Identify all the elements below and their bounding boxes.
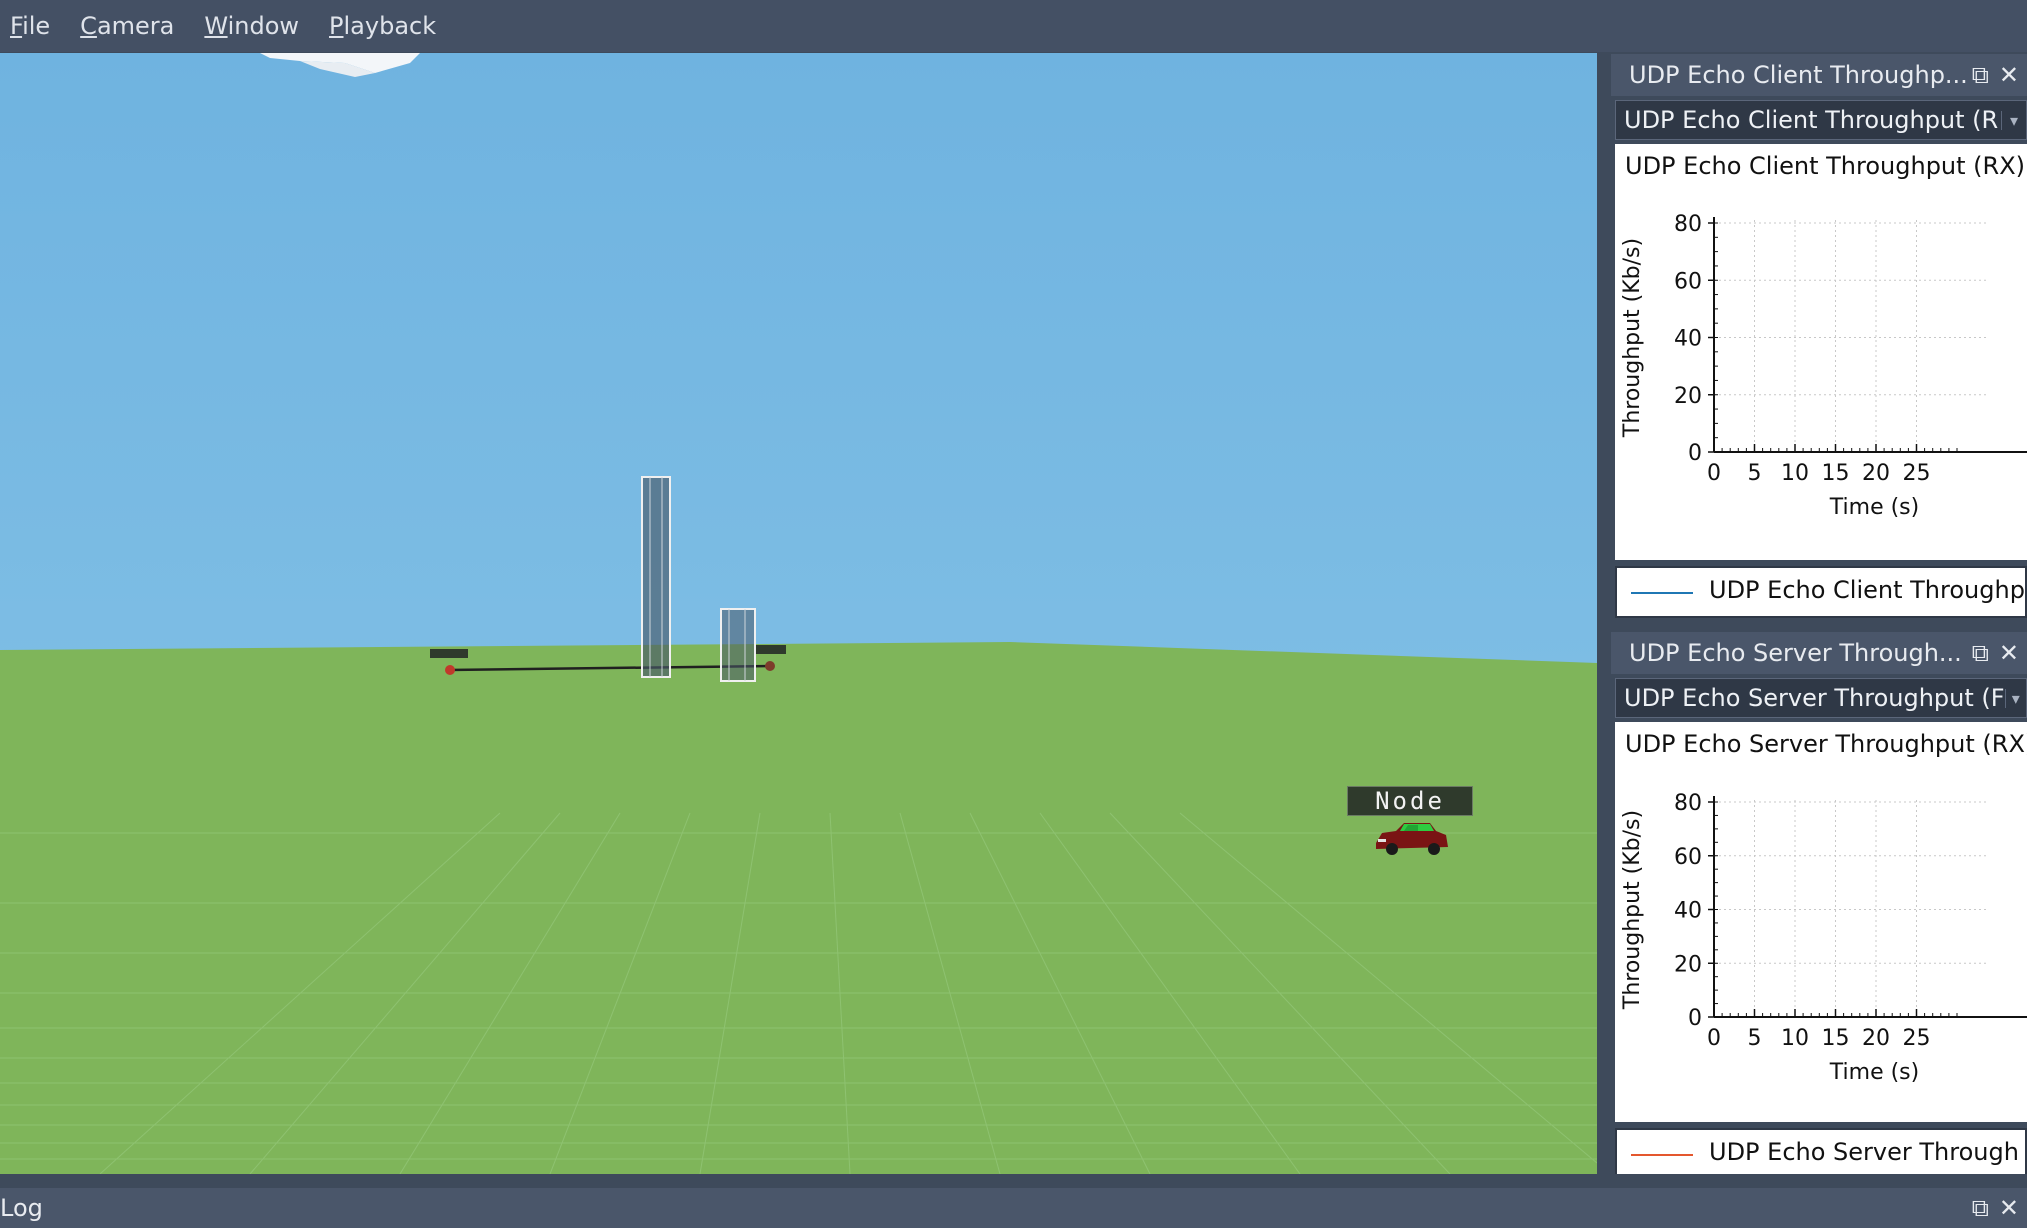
menu-window[interactable]: Window — [204, 12, 299, 40]
menu-camera[interactable]: Camera — [80, 12, 174, 40]
client-plot-area: UDP Echo Client Throughput (RX) 0 20 40 60 80… — [1615, 144, 2027, 560]
y-tick-label: 60 — [1674, 845, 1702, 870]
chart-title: UDP Echo Client Throughput (RX) — [1625, 152, 2025, 180]
x-tick-label: 25 — [1903, 461, 1931, 486]
x-tick-label: 5 — [1748, 1026, 1762, 1051]
log-title: Log — [0, 1194, 43, 1222]
y-tick-label: 0 — [1688, 441, 1702, 466]
dock-splitter-vertical[interactable] — [1597, 53, 1611, 1174]
ground-plane — [0, 642, 1597, 1174]
client-legend-label: UDP Echo Client Throughp — [1709, 576, 2025, 604]
float-icon[interactable]: ⧉ — [1972, 61, 1989, 89]
cloud — [260, 53, 420, 77]
float-icon[interactable]: ⧉ — [1972, 1194, 1989, 1222]
server-series-select-value: UDP Echo Server Throughput (F — [1624, 684, 2005, 712]
x-tick-label: 5 — [1748, 461, 1762, 486]
server-chart: UDP Echo Server Throughput (RX) 0 20 40 60 80… — [1620, 730, 2027, 1085]
server-throughput-panel: UDP Echo Server Through... ⧉ ✕ UDP Echo … — [1611, 632, 2027, 1180]
x-tick-label: 10 — [1781, 1026, 1809, 1051]
y-tick-label: 80 — [1674, 791, 1702, 816]
building-tall — [641, 476, 671, 678]
menu-playback[interactable]: Playback — [329, 12, 436, 40]
small-label-right-plate — [756, 645, 786, 654]
node-marker-right — [765, 661, 775, 671]
y-axis-label: Throughput (Kb/s) — [1620, 238, 1645, 438]
x-tick-label: 0 — [1707, 1026, 1721, 1051]
y-tick-label: 60 — [1674, 269, 1702, 294]
server-legend-swatch — [1631, 1154, 1693, 1156]
node-marker-left — [445, 665, 455, 675]
y-tick-label: 40 — [1674, 327, 1702, 352]
y-axis-label: Throughput (Kb/s) — [1620, 810, 1645, 1010]
chart-title: UDP Echo Server Throughput (RX) — [1625, 730, 2027, 758]
dock-splitter-horizontal[interactable] — [0, 1174, 2027, 1188]
chevron-down-icon[interactable]: ▾ — [2001, 110, 2026, 130]
y-tick-label: 40 — [1674, 899, 1702, 924]
x-tick-label: 25 — [1903, 1026, 1931, 1051]
x-tick-label: 15 — [1822, 461, 1850, 486]
y-tick-label: 80 — [1674, 212, 1702, 237]
server-legend-label: UDP Echo Server Through — [1709, 1138, 2019, 1166]
log-dock-title-bar[interactable]: Log ⧉ ✕ — [0, 1188, 2027, 1228]
menu-file[interactable]: File — [10, 12, 50, 40]
close-icon[interactable]: ✕ — [1999, 639, 2019, 667]
server-series-select[interactable]: UDP Echo Server Throughput (F ▾ — [1615, 678, 2027, 718]
y-tick-label: 20 — [1674, 384, 1702, 409]
x-tick-label: 20 — [1862, 461, 1890, 486]
client-series-select-value: UDP Echo Client Throughput (R — [1624, 106, 1999, 134]
server-plot-area: UDP Echo Server Throughput (RX) 0 20 40 60 80… — [1615, 722, 2027, 1122]
chevron-down-icon[interactable]: ▾ — [2004, 688, 2026, 708]
x-tick-label: 15 — [1822, 1026, 1850, 1051]
client-series-select[interactable]: UDP Echo Client Throughput (R ▾ — [1615, 100, 2027, 140]
menu-bar: File Camera Window Playback — [0, 0, 2027, 52]
close-icon[interactable]: ✕ — [1999, 1194, 2019, 1222]
server-legend: UDP Echo Server Through — [1615, 1128, 2027, 1180]
x-tick-label: 20 — [1862, 1026, 1890, 1051]
client-panel-title: UDP Echo Client Throughp... — [1629, 61, 1968, 89]
close-icon[interactable]: ✕ — [1999, 61, 2019, 89]
x-axis-label: Time (s) — [1829, 1060, 1919, 1085]
x-tick-label: 0 — [1707, 461, 1721, 486]
x-tick-label: 10 — [1781, 461, 1809, 486]
y-tick-label: 0 — [1688, 1006, 1702, 1031]
server-panel-title-bar[interactable]: UDP Echo Server Through... ⧉ ✕ — [1611, 632, 2027, 674]
server-panel-title: UDP Echo Server Through... — [1629, 639, 1962, 667]
float-icon[interactable]: ⧉ — [1972, 639, 1989, 667]
client-chart: UDP Echo Client Throughput (RX) 0 20 40 60 80… — [1620, 152, 2027, 520]
scene-canvas — [0, 53, 1597, 1174]
small-label-left-plate — [430, 649, 468, 658]
client-legend: UDP Echo Client Throughp — [1615, 566, 2027, 618]
building-short — [720, 608, 756, 682]
client-legend-swatch — [1631, 592, 1693, 594]
3d-viewport[interactable]: Node — [0, 53, 1597, 1174]
y-tick-label: 20 — [1674, 952, 1702, 977]
client-panel-title-bar[interactable]: UDP Echo Client Throughp... ⧉ ✕ — [1611, 54, 2027, 96]
node-label: Node — [1347, 786, 1473, 816]
x-axis-label: Time (s) — [1829, 495, 1919, 520]
client-throughput-panel: UDP Echo Client Throughp... ⧉ ✕ UDP Echo… — [1611, 54, 2027, 618]
right-dock: UDP Echo Client Throughp... ⧉ ✕ UDP Echo… — [1611, 53, 2027, 1180]
